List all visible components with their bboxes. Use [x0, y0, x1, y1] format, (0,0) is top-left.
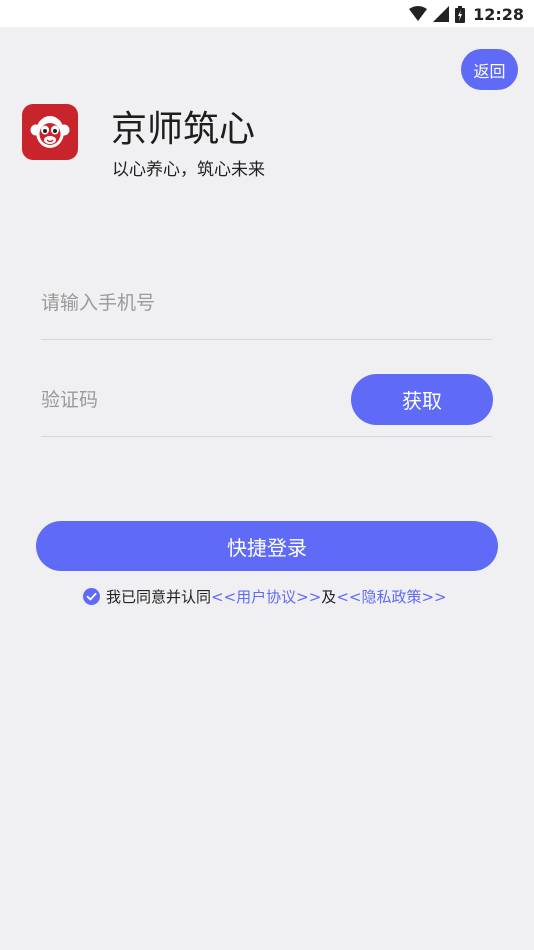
phone-input[interactable] — [41, 286, 481, 320]
wifi-icon — [409, 6, 428, 21]
status-time: 12:28 — [473, 4, 524, 24]
quick-login-button[interactable]: 快捷登录 — [36, 521, 498, 571]
phone-underline — [41, 339, 492, 340]
app-name: 京师筑心 — [111, 109, 256, 150]
code-underline — [41, 436, 492, 437]
status-icons: 12:28 — [409, 3, 524, 25]
agreement-and-text: 及 — [321, 587, 337, 606]
privacy-policy-link[interactable]: <<隐私政策>> — [336, 586, 446, 607]
agreement-row: 我已同意并认同 <<用户协议>> 及 <<隐私政策>> — [83, 585, 447, 607]
agreement-checkbox[interactable] — [83, 587, 100, 605]
status-bar: 12:28 — [0, 0, 534, 27]
battery-icon — [455, 5, 466, 23]
app-slogan: 以心养心，筑心未来 — [112, 160, 265, 180]
user-agreement-link[interactable]: <<用户协议>> — [211, 586, 321, 607]
app-logo — [22, 104, 78, 160]
back-button[interactable]: 返回 — [461, 49, 518, 90]
agreement-text: 我已同意并认同 — [106, 587, 212, 606]
check-circle-icon — [83, 587, 100, 605]
get-code-button[interactable]: 获取 — [351, 374, 493, 425]
verification-code-input[interactable] — [41, 383, 331, 417]
monkey-face-logo — [30, 116, 70, 148]
cell-signal-icon — [433, 6, 450, 22]
